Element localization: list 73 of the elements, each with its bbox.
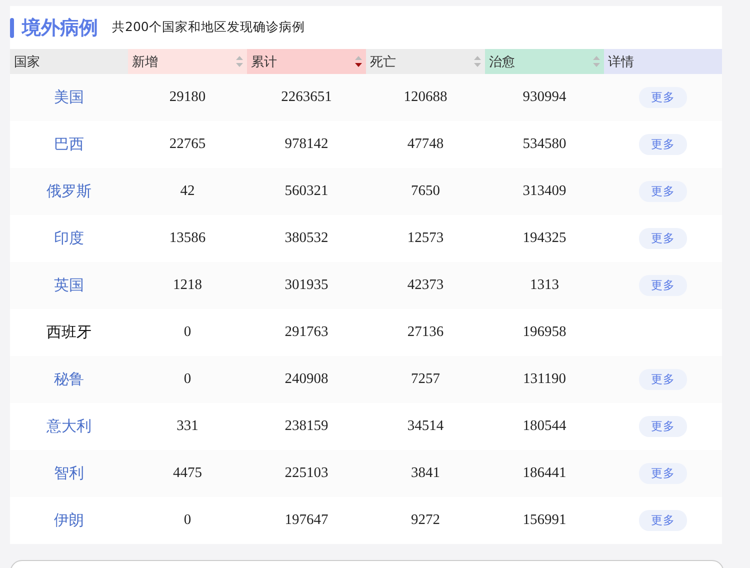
table-cell: 380532 bbox=[284, 230, 328, 247]
column-header[interactable]: 累计 bbox=[247, 49, 366, 74]
table-cell: 2263651 bbox=[281, 89, 332, 106]
table-cell: 313409 bbox=[522, 183, 566, 200]
more-button[interactable]: 更多 bbox=[639, 416, 687, 437]
table-cell: 12573 bbox=[407, 230, 444, 247]
column-label: 详情 bbox=[608, 54, 634, 70]
table-cell: 196958 bbox=[522, 324, 566, 341]
country-link[interactable]: 英国 bbox=[54, 276, 84, 295]
table-cell: 180544 bbox=[522, 418, 566, 435]
table-cell: 7257 bbox=[411, 371, 440, 388]
more-button[interactable]: 更多 bbox=[639, 87, 687, 108]
section-title: 境外病例 bbox=[22, 16, 98, 40]
table-cell: 9272 bbox=[411, 512, 440, 529]
table-cell: 42 bbox=[180, 183, 195, 200]
table-cell: 331 bbox=[176, 418, 198, 435]
country-name: 西班牙 bbox=[46, 323, 92, 342]
table-cell: 34514 bbox=[407, 418, 444, 435]
column-header[interactable]: 新增 bbox=[128, 49, 247, 74]
table-cell: 1218 bbox=[173, 277, 202, 294]
table-cell: 7650 bbox=[411, 183, 440, 200]
more-button[interactable]: 更多 bbox=[639, 369, 687, 390]
section-subtitle: 共200个国家和地区发现确诊病例 bbox=[112, 19, 305, 36]
title-bar-marker bbox=[10, 18, 14, 38]
more-button[interactable]: 更多 bbox=[639, 463, 687, 484]
table-cell: 0 bbox=[184, 324, 192, 341]
table-cell: 301935 bbox=[284, 277, 328, 294]
country-link[interactable]: 巴西 bbox=[54, 135, 84, 154]
table-cell: 3841 bbox=[411, 465, 440, 482]
column-label: 国家 bbox=[14, 54, 40, 70]
more-button[interactable]: 更多 bbox=[639, 510, 687, 531]
more-button[interactable]: 更多 bbox=[639, 181, 687, 202]
table-cell: 13586 bbox=[169, 230, 206, 247]
table-cell: 0 bbox=[184, 371, 192, 388]
table-cell: 194325 bbox=[522, 230, 566, 247]
table-cell: 120688 bbox=[404, 89, 448, 106]
country-link[interactable]: 美国 bbox=[54, 88, 84, 107]
table-cell: 29180 bbox=[169, 89, 206, 106]
table-cell: 238159 bbox=[284, 418, 328, 435]
country-link[interactable]: 伊朗 bbox=[54, 511, 84, 530]
table-cell: 1313 bbox=[530, 277, 559, 294]
sort-icon[interactable] bbox=[355, 56, 362, 67]
country-link[interactable]: 秘鲁 bbox=[54, 370, 84, 389]
table-cell: 240908 bbox=[284, 371, 328, 388]
table-cell: 930994 bbox=[522, 89, 566, 106]
column-label: 死亡 bbox=[370, 54, 396, 70]
table-cell: 22765 bbox=[169, 136, 206, 153]
table-cell: 225103 bbox=[284, 465, 328, 482]
column-label: 治愈 bbox=[489, 54, 515, 70]
table-cell: 534580 bbox=[522, 136, 566, 153]
table-cell: 291763 bbox=[284, 324, 328, 341]
country-link[interactable]: 智利 bbox=[54, 464, 84, 483]
table-cell: 197647 bbox=[284, 512, 328, 529]
column-label: 累计 bbox=[251, 54, 277, 70]
table-cell: 131190 bbox=[523, 371, 566, 388]
column-header[interactable]: 死亡 bbox=[366, 49, 485, 74]
country-link[interactable]: 俄罗斯 bbox=[46, 182, 92, 201]
more-button[interactable]: 更多 bbox=[639, 228, 687, 249]
table-cell: 47748 bbox=[407, 136, 444, 153]
column-label: 新增 bbox=[132, 54, 158, 70]
table-cell: 27136 bbox=[407, 324, 444, 341]
table-cell: 978142 bbox=[284, 136, 328, 153]
country-link[interactable]: 意大利 bbox=[46, 417, 92, 436]
table-cell: 156991 bbox=[522, 512, 566, 529]
more-button[interactable]: 更多 bbox=[639, 134, 687, 155]
country-link[interactable]: 印度 bbox=[54, 229, 84, 248]
table-cell: 560321 bbox=[284, 183, 328, 200]
table-cell: 0 bbox=[184, 512, 192, 529]
table-cell: 42373 bbox=[407, 277, 444, 294]
table-cell: 4475 bbox=[173, 465, 202, 482]
column-header[interactable]: 治愈 bbox=[485, 49, 604, 74]
table-cell: 186441 bbox=[522, 465, 566, 482]
more-button[interactable]: 更多 bbox=[639, 275, 687, 296]
